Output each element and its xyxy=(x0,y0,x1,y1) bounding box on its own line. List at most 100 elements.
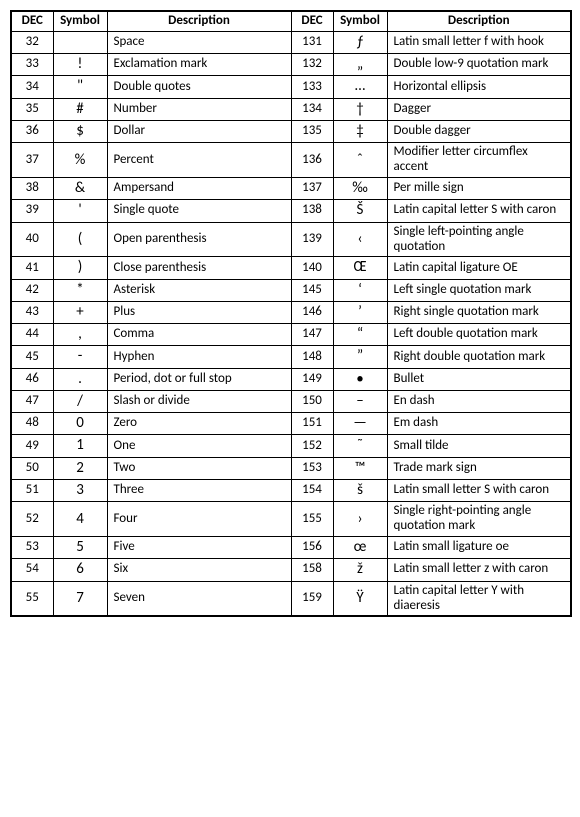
cell-symbol-right: Š xyxy=(333,200,387,222)
cell-desc-right: Latin capital ligature OE xyxy=(387,257,571,279)
cell-dec-left: 48 xyxy=(11,413,53,435)
cell-symbol-left: ( xyxy=(53,222,107,257)
cell-dec-left: 34 xyxy=(11,76,53,98)
cell-desc-left: Slash or divide xyxy=(107,390,291,412)
cell-desc-left: Asterisk xyxy=(107,279,291,301)
cell-symbol-right: ˆ xyxy=(333,143,387,178)
table-row: 37%Percent136ˆModifier letter circumflex… xyxy=(11,143,571,178)
cell-symbol-left: 0 xyxy=(53,413,107,435)
cell-dec-right: 139 xyxy=(291,222,333,257)
cell-symbol-left: & xyxy=(53,178,107,200)
cell-symbol-left: $ xyxy=(53,120,107,142)
table-row: 41)Close parenthesis140ŒLatin capital li… xyxy=(11,257,571,279)
cell-symbol-right: Œ xyxy=(333,257,387,279)
table-row: 480Zero151—Em dash xyxy=(11,413,571,435)
cell-desc-right: Bullet xyxy=(387,368,571,390)
cell-symbol-right: ‘ xyxy=(333,279,387,301)
cell-symbol-right: ‡ xyxy=(333,120,387,142)
cell-desc-right: Latin small ligature oe xyxy=(387,537,571,559)
cell-desc-left: Double quotes xyxy=(107,76,291,98)
cell-desc-right: Latin capital letter Y with diaeresis xyxy=(387,581,571,616)
table-row: 46.Period, dot or full stop149•Bullet xyxy=(11,368,571,390)
cell-dec-left: 47 xyxy=(11,390,53,412)
cell-dec-left: 39 xyxy=(11,200,53,222)
table-body: 32 Space131ƒLatin small letter f with ho… xyxy=(11,31,571,616)
cell-symbol-left: 6 xyxy=(53,559,107,581)
cell-symbol-right: Ÿ xyxy=(333,581,387,616)
cell-dec-right: 159 xyxy=(291,581,333,616)
cell-dec-right: 156 xyxy=(291,537,333,559)
cell-dec-left: 41 xyxy=(11,257,53,279)
table-row: 38&Ampersand137‰Per mille sign xyxy=(11,178,571,200)
cell-desc-right: Double low-9 quotation mark xyxy=(387,54,571,76)
cell-desc-left: Close parenthesis xyxy=(107,257,291,279)
cell-dec-right: 151 xyxy=(291,413,333,435)
cell-dec-right: 135 xyxy=(291,120,333,142)
cell-symbol-left: 4 xyxy=(53,502,107,537)
cell-dec-right: 146 xyxy=(291,301,333,323)
cell-symbol-left: 2 xyxy=(53,457,107,479)
cell-desc-right: Right double quotation mark xyxy=(387,346,571,368)
table-row: 32 Space131ƒLatin small letter f with ho… xyxy=(11,31,571,53)
cell-dec-right: 131 xyxy=(291,31,333,53)
cell-symbol-right: “ xyxy=(333,324,387,346)
cell-dec-left: 37 xyxy=(11,143,53,178)
cell-symbol-left: 7 xyxy=(53,581,107,616)
cell-desc-right: Dagger xyxy=(387,98,571,120)
cell-dec-right: 138 xyxy=(291,200,333,222)
cell-desc-right: Modifier letter circumflex accent xyxy=(387,143,571,178)
cell-dec-left: 54 xyxy=(11,559,53,581)
cell-dec-right: 148 xyxy=(291,346,333,368)
cell-symbol-left: ! xyxy=(53,54,107,76)
cell-symbol-right: ƒ xyxy=(333,31,387,53)
cell-desc-left: Number xyxy=(107,98,291,120)
cell-dec-left: 35 xyxy=(11,98,53,120)
cell-desc-left: Three xyxy=(107,479,291,501)
cell-dec-right: 136 xyxy=(291,143,333,178)
cell-symbol-left xyxy=(53,31,107,53)
cell-desc-left: One xyxy=(107,435,291,457)
cell-desc-right: Small tilde xyxy=(387,435,571,457)
table-row: 535Five156œLatin small ligature oe xyxy=(11,537,571,559)
cell-desc-right: Double dagger xyxy=(387,120,571,142)
table-row: 34"Double quotes133…Horizontal ellipsis xyxy=(11,76,571,98)
cell-dec-left: 32 xyxy=(11,31,53,53)
cell-dec-left: 43 xyxy=(11,301,53,323)
table-row: 43+Plus146’Right single quotation mark xyxy=(11,301,571,323)
cell-dec-left: 46 xyxy=(11,368,53,390)
cell-symbol-left: + xyxy=(53,301,107,323)
cell-symbol-right: † xyxy=(333,98,387,120)
cell-dec-left: 44 xyxy=(11,324,53,346)
table-row: 491One152˜Small tilde xyxy=(11,435,571,457)
header-dec-right: DEC xyxy=(291,11,333,31)
cell-desc-right: Em dash xyxy=(387,413,571,435)
cell-symbol-right: › xyxy=(333,502,387,537)
cell-dec-right: 137 xyxy=(291,178,333,200)
cell-desc-left: Six xyxy=(107,559,291,581)
table-row: 524Four155›Single right-pointing angle q… xyxy=(11,502,571,537)
cell-desc-left: Four xyxy=(107,502,291,537)
cell-symbol-right: — xyxy=(333,413,387,435)
cell-desc-left: Zero xyxy=(107,413,291,435)
cell-desc-left: Single quote xyxy=(107,200,291,222)
cell-dec-left: 40 xyxy=(11,222,53,257)
cell-dec-right: 132 xyxy=(291,54,333,76)
cell-desc-left: Two xyxy=(107,457,291,479)
cell-symbol-right: ™ xyxy=(333,457,387,479)
cell-symbol-right: ’ xyxy=(333,301,387,323)
cell-dec-right: 152 xyxy=(291,435,333,457)
cell-dec-right: 145 xyxy=(291,279,333,301)
cell-symbol-left: ' xyxy=(53,200,107,222)
cell-symbol-left: 3 xyxy=(53,479,107,501)
cell-desc-right: En dash xyxy=(387,390,571,412)
cell-dec-left: 53 xyxy=(11,537,53,559)
cell-desc-left: Dollar xyxy=(107,120,291,142)
cell-dec-left: 49 xyxy=(11,435,53,457)
cell-desc-left: Percent xyxy=(107,143,291,178)
cell-desc-right: Horizontal ellipsis xyxy=(387,76,571,98)
cell-desc-right: Single right-pointing angle quotation ma… xyxy=(387,502,571,537)
table-row: 546Six158žLatin small letter z with caro… xyxy=(11,559,571,581)
header-desc-left: Description xyxy=(107,11,291,31)
cell-symbol-left: - xyxy=(53,346,107,368)
header-dec-left: DEC xyxy=(11,11,53,31)
